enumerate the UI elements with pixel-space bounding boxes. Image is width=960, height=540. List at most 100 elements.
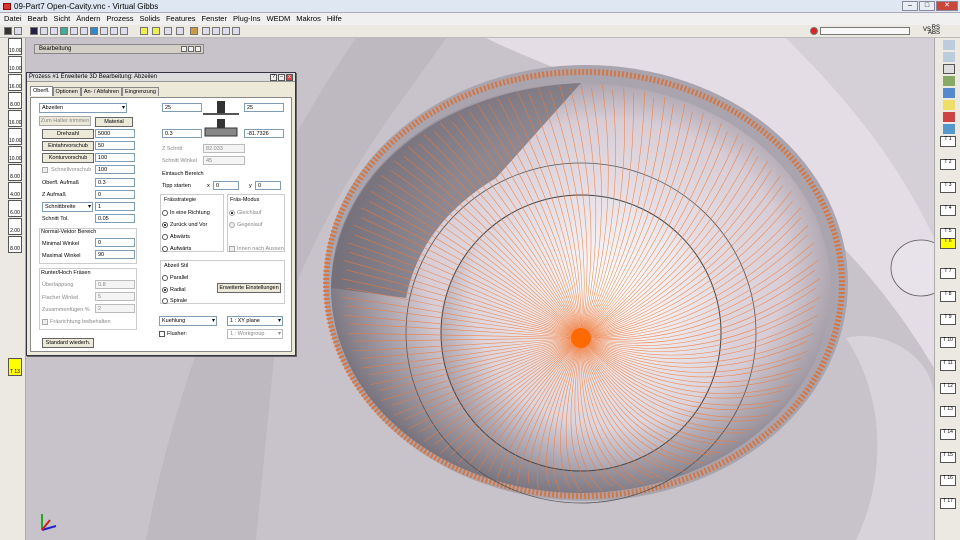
maximize-button[interactable]: □	[919, 1, 935, 11]
kuehlung-select[interactable]: Kuehlung	[159, 316, 217, 326]
view-icon[interactable]	[943, 52, 955, 62]
grid-icon[interactable]	[80, 27, 88, 35]
radio-in-eine-richtung[interactable]	[162, 210, 168, 216]
tool-t2[interactable]: T 2	[940, 159, 956, 170]
menu-hilfe[interactable]: Hilfe	[327, 13, 342, 25]
color-icon[interactable]	[943, 88, 955, 98]
innen-nach-aussen-checkbox[interactable]	[229, 246, 235, 252]
standard-button[interactable]: Standard wiederh.	[42, 338, 94, 348]
schnellvorschub-field[interactable]: 100	[95, 165, 135, 174]
tool-t12[interactable]: T 12	[940, 383, 956, 394]
wireframe-icon[interactable]	[50, 27, 58, 35]
tool-slot[interactable]: 16.00	[8, 110, 22, 127]
zum-halter-button[interactable]: Zum Halter trimmen	[39, 116, 91, 126]
radio-aufwaerts[interactable]	[162, 246, 168, 252]
konturvorschub-field[interactable]: 100	[95, 153, 135, 162]
tool-slot[interactable]: 8.00	[8, 236, 22, 253]
tool-t4[interactable]: T 4	[940, 205, 956, 216]
shade-icon[interactable]	[90, 27, 98, 35]
menu-bearb[interactable]: Bearb	[28, 13, 48, 25]
tool-slot[interactable]: 6.00	[8, 200, 22, 217]
box-icon[interactable]	[176, 27, 184, 35]
tool-icon[interactable]	[212, 27, 220, 35]
menu-makros[interactable]: Makros	[296, 13, 321, 25]
gear-icon[interactable]	[202, 27, 210, 35]
tool-t14[interactable]: T 14	[940, 429, 956, 440]
view-icon[interactable]	[14, 27, 22, 35]
menu-solids[interactable]: Solids	[140, 13, 160, 25]
tool-slot[interactable]: 2.00	[8, 218, 22, 235]
schnitt-tol-field[interactable]: 0.05	[95, 214, 135, 223]
radio-abwaerts[interactable]	[162, 234, 168, 240]
max-winkel-field[interactable]: 90	[95, 250, 135, 259]
tab-eingrenzung[interactable]: Eingrenzung	[122, 87, 159, 96]
close-button[interactable]: x	[286, 74, 293, 81]
view-icon[interactable]	[120, 27, 128, 35]
tool-icon[interactable]	[943, 76, 955, 86]
solid-icon[interactable]	[190, 27, 198, 35]
minimize-button[interactable]: –	[278, 74, 285, 81]
menu-plugins[interactable]: Plug-Ins	[233, 13, 261, 25]
schnittbreite-select[interactable]: Schnittbreite	[42, 202, 93, 212]
view-icon[interactable]	[110, 27, 118, 35]
tool-t10[interactable]: T 10	[940, 337, 956, 348]
konturvorschub-button[interactable]: Konturvorschub	[42, 153, 94, 163]
view-icon[interactable]	[943, 40, 955, 50]
oberfl-aufmass-field[interactable]: 0.3	[95, 178, 135, 187]
eintauch-y-field[interactable]: 0	[255, 181, 281, 190]
flusher-checkbox[interactable]	[159, 331, 165, 337]
workgroup-select[interactable]: 1 : Workgroup	[227, 329, 283, 339]
menu-sicht[interactable]: Sicht	[54, 13, 71, 25]
tool-t6[interactable]: T 6	[940, 238, 956, 249]
minimize-icon[interactable]	[188, 46, 194, 52]
flacher-winkel-field[interactable]: 5	[95, 292, 135, 301]
folder-icon[interactable]	[943, 100, 955, 110]
eintahrvorschub-field[interactable]: 50	[95, 141, 135, 150]
radio-gleichlauf[interactable]	[229, 210, 235, 216]
stop-icon[interactable]	[810, 27, 818, 35]
menu-datei[interactable]: Datei	[4, 13, 22, 25]
folder-icon[interactable]	[140, 27, 148, 35]
view-icon[interactable]	[100, 27, 108, 35]
tool-slot[interactable]: 10.00	[8, 38, 22, 55]
tool-t1[interactable]: T 1	[940, 136, 956, 147]
shade-icon[interactable]	[30, 27, 38, 35]
tab-optionen[interactable]: Optionen	[52, 87, 81, 96]
plane-select[interactable]: 1 : XY plane	[227, 316, 283, 326]
tool-t15[interactable]: T 15	[940, 452, 956, 463]
eintahrvorschub-button[interactable]: Eintahrvorschub	[42, 141, 94, 151]
z-aufmass-field[interactable]: 0	[95, 190, 135, 199]
eintauch-x-field[interactable]: 0	[213, 181, 239, 190]
help-icon[interactable]	[232, 27, 240, 35]
tool-t3[interactable]: T 3	[940, 182, 956, 193]
edit-icon[interactable]	[943, 64, 955, 74]
tool-slot[interactable]: 4.00	[8, 182, 22, 199]
tool-t16[interactable]: T 16	[940, 475, 956, 486]
tool-slot-active[interactable]: T 13	[8, 358, 22, 376]
tool-t11[interactable]: T 11	[940, 360, 956, 371]
radio-gegenlauf[interactable]	[229, 222, 235, 228]
erweiterte-einstellungen-button[interactable]: Erweiterte Einstellungen	[217, 283, 281, 293]
minimize-button[interactable]: –	[902, 1, 918, 11]
tool-slot[interactable]: 10.00	[8, 146, 22, 163]
tool-t7[interactable]: T 7	[940, 268, 956, 279]
schnittbreite-field[interactable]: 1	[95, 202, 135, 211]
stock-field[interactable]: 0.3	[162, 129, 202, 138]
drehzahl-button[interactable]: Drehzahl	[42, 129, 94, 139]
menu-prozess[interactable]: Prozess	[106, 13, 133, 25]
menu-aendern[interactable]: Ändern	[76, 13, 100, 25]
close-icon[interactable]	[195, 46, 201, 52]
operation-select[interactable]: Abzeilen	[39, 103, 127, 113]
tool-t17[interactable]: T 17	[940, 498, 956, 509]
menu-wedm[interactable]: WEDM	[267, 13, 291, 25]
tool-t13[interactable]: T 13	[940, 406, 956, 417]
tool-slot[interactable]: 16.00	[8, 74, 22, 91]
zusammen-field[interactable]: 2	[95, 304, 135, 313]
surface-icon[interactable]	[943, 124, 955, 134]
tool-slot[interactable]: 10.00	[8, 56, 22, 73]
grid-icon[interactable]	[70, 27, 78, 35]
shade-icon[interactable]	[40, 27, 48, 35]
schnellvorschub-checkbox[interactable]	[42, 167, 48, 173]
solid-icon[interactable]	[943, 112, 955, 122]
schnitt-winkel-field[interactable]: 45	[203, 156, 245, 165]
